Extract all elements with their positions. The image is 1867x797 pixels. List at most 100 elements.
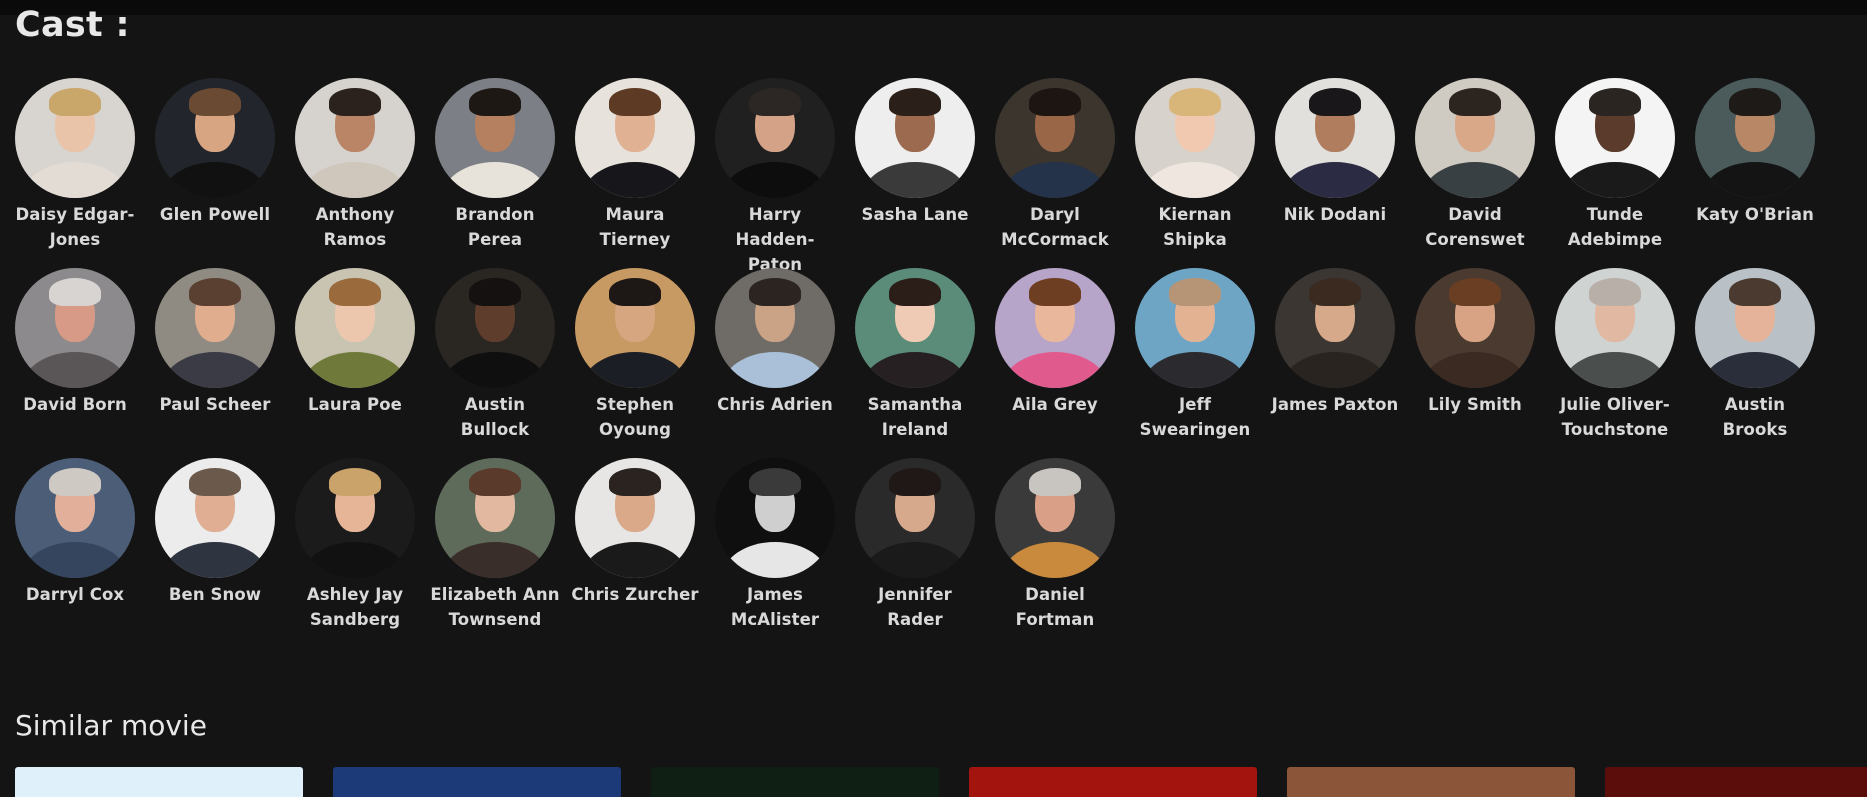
cast-member-name[interactable]: James McAlister — [710, 582, 840, 632]
cast-member-photo[interactable] — [1135, 268, 1255, 388]
cast-member-photo[interactable] — [435, 458, 555, 578]
cast-member-name[interactable]: Laura Poe — [290, 392, 420, 417]
cast-member-card[interactable]: Lily Smith — [1415, 268, 1535, 436]
cast-member-card[interactable]: Austin Bullock — [435, 268, 555, 439]
cast-member-name[interactable]: Sasha Lane — [850, 202, 980, 227]
cast-member-name[interactable]: David Born — [10, 392, 140, 417]
cast-member-card[interactable]: Anthony Ramos — [295, 78, 415, 249]
cast-member-photo[interactable] — [155, 78, 275, 198]
cast-member-photo[interactable] — [715, 268, 835, 388]
cast-member-photo[interactable] — [295, 458, 415, 578]
cast-member-name[interactable]: Nik Dodani — [1270, 202, 1400, 227]
similar-movie-poster[interactable] — [15, 767, 303, 797]
cast-member-name[interactable]: Katy O'Brian — [1690, 202, 1820, 227]
cast-member-name[interactable]: Ashley Jay Sandberg — [290, 582, 420, 632]
cast-member-photo[interactable] — [15, 78, 135, 198]
similar-movie-poster[interactable] — [333, 767, 621, 797]
cast-member-card[interactable]: Glen Powell — [155, 78, 275, 246]
cast-member-card[interactable]: Paul Scheer — [155, 268, 275, 436]
cast-member-name[interactable]: David Corenswet — [1410, 202, 1540, 252]
cast-member-name[interactable]: Glen Powell — [150, 202, 280, 227]
cast-member-card[interactable]: Austin Brooks — [1695, 268, 1815, 439]
cast-member-name[interactable]: Austin Brooks — [1690, 392, 1820, 442]
cast-member-card[interactable]: Nik Dodani — [1275, 78, 1395, 246]
cast-member-photo[interactable] — [155, 458, 275, 578]
cast-member-photo[interactable] — [15, 458, 135, 578]
cast-member-name[interactable]: Kiernan Shipka — [1130, 202, 1260, 252]
cast-member-card[interactable]: Daryl McCormack — [995, 78, 1115, 249]
cast-member-photo[interactable] — [1695, 268, 1815, 388]
cast-member-photo[interactable] — [715, 458, 835, 578]
cast-member-photo[interactable] — [435, 268, 555, 388]
cast-member-card[interactable]: Sasha Lane — [855, 78, 975, 246]
cast-member-photo[interactable] — [1275, 268, 1395, 388]
cast-member-card[interactable]: Elizabeth Ann Townsend — [430, 458, 560, 629]
cast-member-card[interactable]: Daisy Edgar-Jones — [15, 78, 135, 249]
cast-member-card[interactable]: Kiernan Shipka — [1135, 78, 1255, 249]
cast-member-photo[interactable] — [575, 268, 695, 388]
cast-member-card[interactable]: Julie Oliver-Touchstone — [1555, 268, 1675, 439]
cast-member-photo[interactable] — [715, 78, 835, 198]
cast-member-name[interactable]: Harry Hadden-Paton — [710, 202, 840, 277]
cast-member-photo[interactable] — [575, 458, 695, 578]
cast-member-photo[interactable] — [855, 78, 975, 198]
cast-member-card[interactable]: David Corenswet — [1415, 78, 1535, 249]
cast-member-photo[interactable] — [1415, 268, 1535, 388]
cast-member-name[interactable]: Ben Snow — [150, 582, 280, 607]
cast-member-card[interactable]: Darryl Cox — [15, 458, 135, 626]
cast-member-name[interactable]: Darryl Cox — [10, 582, 140, 607]
cast-member-photo[interactable] — [1695, 78, 1815, 198]
cast-member-photo[interactable] — [295, 78, 415, 198]
cast-member-card[interactable]: David Born — [15, 268, 135, 436]
cast-member-photo[interactable] — [15, 268, 135, 388]
cast-member-photo[interactable] — [1555, 78, 1675, 198]
cast-member-name[interactable]: Samantha Ireland — [850, 392, 980, 442]
cast-member-card[interactable]: Chris Adrien — [715, 268, 835, 436]
cast-member-card[interactable]: Jeff Swearingen — [1135, 268, 1255, 439]
cast-member-name[interactable]: Stephen Oyoung — [570, 392, 700, 442]
cast-member-name[interactable]: Daryl McCormack — [990, 202, 1120, 252]
cast-member-name[interactable]: James Paxton — [1270, 392, 1400, 417]
cast-member-card[interactable]: Harry Hadden-Paton — [715, 78, 835, 274]
cast-member-card[interactable]: Jennifer Rader — [855, 458, 975, 629]
cast-member-card[interactable]: Chris Zurcher — [571, 458, 699, 626]
cast-member-photo[interactable] — [1135, 78, 1255, 198]
cast-member-name[interactable]: Daniel Fortman — [990, 582, 1120, 632]
cast-member-card[interactable]: Katy O'Brian — [1695, 78, 1815, 246]
cast-member-name[interactable]: Jennifer Rader — [850, 582, 980, 632]
cast-member-name[interactable]: Brandon Perea — [430, 202, 560, 252]
cast-member-card[interactable]: James Paxton — [1272, 268, 1398, 436]
cast-member-name[interactable]: Austin Bullock — [430, 392, 560, 442]
cast-member-photo[interactable] — [295, 268, 415, 388]
cast-member-photo[interactable] — [1415, 78, 1535, 198]
similar-movie-poster[interactable] — [969, 767, 1257, 797]
cast-member-name[interactable]: Julie Oliver-Touchstone — [1550, 392, 1680, 442]
cast-member-name[interactable]: Elizabeth Ann Townsend — [430, 582, 560, 632]
cast-member-photo[interactable] — [1275, 78, 1395, 198]
cast-member-card[interactable]: Aila Grey — [995, 268, 1115, 436]
cast-member-card[interactable]: Ashley Jay Sandberg — [295, 458, 415, 629]
cast-member-photo[interactable] — [995, 78, 1115, 198]
cast-member-photo[interactable] — [995, 458, 1115, 578]
similar-movie-poster[interactable] — [651, 767, 939, 797]
cast-member-card[interactable]: Stephen Oyoung — [575, 268, 695, 439]
cast-member-name[interactable]: Aila Grey — [990, 392, 1120, 417]
similar-movie-poster[interactable] — [1605, 767, 1867, 797]
cast-member-card[interactable]: Brandon Perea — [435, 78, 555, 249]
cast-member-photo[interactable] — [155, 268, 275, 388]
cast-member-card[interactable]: James McAlister — [715, 458, 835, 629]
cast-member-name[interactable]: Maura Tierney — [570, 202, 700, 252]
cast-member-photo[interactable] — [855, 458, 975, 578]
cast-member-card[interactable]: Daniel Fortman — [995, 458, 1115, 629]
cast-member-photo[interactable] — [1555, 268, 1675, 388]
cast-member-name[interactable]: Lily Smith — [1410, 392, 1540, 417]
cast-member-photo[interactable] — [575, 78, 695, 198]
cast-member-name[interactable]: Paul Scheer — [150, 392, 280, 417]
cast-member-card[interactable]: Tunde Adebimpe — [1555, 78, 1675, 249]
cast-member-photo[interactable] — [995, 268, 1115, 388]
cast-member-name[interactable]: Jeff Swearingen — [1130, 392, 1260, 442]
similar-movie-poster[interactable] — [1287, 767, 1575, 797]
cast-member-name[interactable]: Anthony Ramos — [290, 202, 420, 252]
cast-member-name[interactable]: Chris Zurcher — [570, 582, 700, 607]
cast-member-name[interactable]: Daisy Edgar-Jones — [10, 202, 140, 252]
